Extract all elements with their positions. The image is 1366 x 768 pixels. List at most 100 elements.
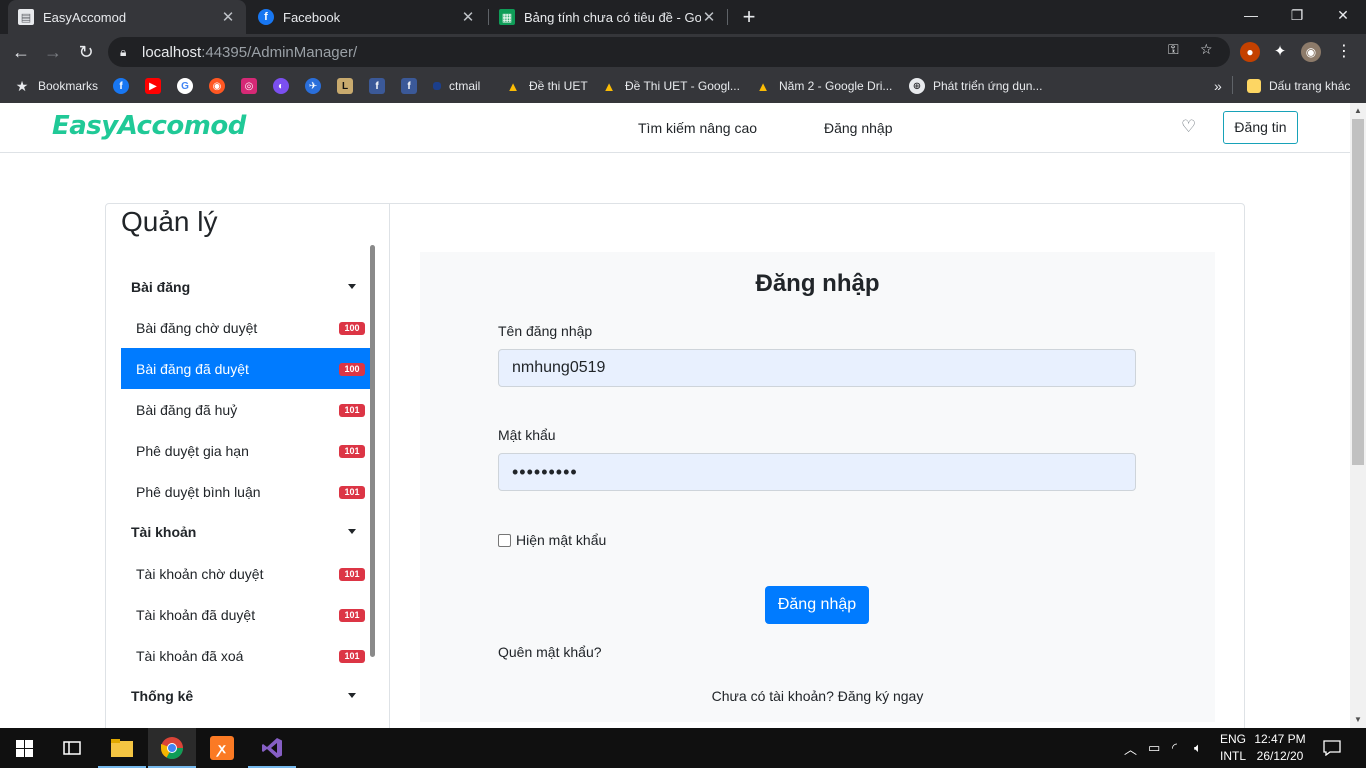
volume-icon[interactable]: 🔈︎ bbox=[1194, 728, 1202, 768]
key-icon[interactable]: ⚿ bbox=[1168, 41, 1179, 58]
nav-login[interactable]: Đăng nhập bbox=[824, 120, 893, 136]
close-icon[interactable]: ✕ bbox=[701, 8, 717, 26]
bookmark-label: Đề Thi UET - Googl... bbox=[625, 79, 740, 93]
reload-icon[interactable]: ↻ bbox=[73, 39, 99, 65]
sidebar-scrollbar[interactable] bbox=[370, 245, 375, 657]
bookmark-star-icon[interactable]: ☆ bbox=[1200, 41, 1213, 58]
bookmark-de-thi-uet-google[interactable]: ▲ Đề Thi UET - Googl... bbox=[601, 76, 740, 96]
caret-down-icon bbox=[348, 529, 356, 534]
sidebar-item-pending-accounts[interactable]: Tài khoản chờ duyệt 101 bbox=[121, 553, 370, 594]
bookmark-label: ctmail bbox=[449, 79, 481, 93]
close-icon[interactable]: ✕ bbox=[460, 8, 476, 26]
youtube-icon: ▶ bbox=[145, 78, 161, 94]
heart-icon[interactable]: ♡ bbox=[1181, 117, 1196, 137]
sidebar-item-approved-accounts[interactable]: Tài khoản đã duyệt 101 bbox=[121, 594, 370, 635]
bookmark-app[interactable]: ◉ bbox=[209, 76, 225, 96]
forward-icon[interactable]: → bbox=[40, 39, 66, 65]
back-icon[interactable]: ← bbox=[8, 39, 34, 65]
scroll-up-icon[interactable]: ▲ bbox=[1350, 103, 1366, 119]
tab-easyaccomod[interactable]: ▤ EasyAccomod ✕ bbox=[8, 0, 246, 34]
bookmark-facebook-2[interactable]: f bbox=[369, 76, 385, 96]
window-close-icon[interactable]: ✕ bbox=[1320, 0, 1366, 30]
address-bar[interactable]: 🔒︎ localhost:44395/AdminManager/ bbox=[108, 37, 1230, 67]
bookmark-de-thi-uet[interactable]: ▲ Đề thi UET bbox=[505, 76, 588, 96]
show-password-label[interactable]: Hiện mật khẩu bbox=[516, 532, 606, 548]
password-field[interactable]: ••••••••• bbox=[498, 453, 1136, 491]
bookmark-nam-2[interactable]: ▲ Năm 2 - Google Dri... bbox=[755, 76, 893, 96]
bookmark-ctmail[interactable]: ctmail bbox=[433, 76, 480, 96]
tray-chevron-icon[interactable]: ︿ bbox=[1124, 728, 1137, 768]
show-password-row: Hiện mật khẩu bbox=[498, 532, 606, 548]
signup-link[interactable]: Chưa có tài khoản? Đăng ký ngay bbox=[420, 688, 1215, 704]
bookmark-messenger[interactable]: ◐ bbox=[273, 76, 289, 96]
forgot-password-link[interactable]: Quên mật khẩu? bbox=[498, 644, 602, 660]
count-badge: 101 bbox=[339, 404, 365, 417]
group-statistics[interactable]: Thống kê bbox=[121, 676, 370, 716]
scroll-down-icon[interactable]: ▼ bbox=[1350, 712, 1366, 728]
login-button[interactable]: Đăng nhập bbox=[765, 586, 869, 624]
notifications-icon[interactable] bbox=[1323, 728, 1341, 768]
scroll-thumb[interactable] bbox=[1352, 119, 1364, 465]
clock[interactable]: 12:47 PM 26/12/20 bbox=[1252, 731, 1308, 765]
league-icon: L bbox=[337, 78, 353, 94]
browser-tab-strip: ▤ EasyAccomod ✕ f Facebook ✕ ▦ Bảng tính… bbox=[0, 0, 1366, 34]
task-view-icon[interactable] bbox=[48, 728, 96, 768]
file-explorer-icon[interactable] bbox=[98, 728, 146, 768]
avatar[interactable]: ◉ bbox=[1301, 42, 1321, 62]
app-icon: ◉ bbox=[209, 78, 225, 94]
page-scrollbar[interactable]: ▲ ▼ bbox=[1350, 103, 1366, 728]
sidebar-item-approved-posts[interactable]: Bài đăng đã duyệt 100 bbox=[121, 348, 370, 389]
chrome-icon[interactable] bbox=[148, 728, 196, 768]
group-accounts[interactable]: Tài khoản bbox=[121, 512, 370, 552]
admin-sidebar: Quản lý Bài đăng Bài đăng chờ duyệt 100 … bbox=[106, 204, 390, 728]
bookmark-league[interactable]: L bbox=[337, 76, 353, 96]
windows-start-icon[interactable] bbox=[0, 728, 48, 768]
bookmarks-bar: ★ Bookmarks f ▶ G ◉ ◎ ◐ ✈ L f f ctmail ▲… bbox=[0, 70, 1366, 103]
sidebar-item-deleted-accounts[interactable]: Tài khoản đã xoá 101 bbox=[121, 635, 370, 676]
group-posts[interactable]: Bài đăng bbox=[121, 267, 370, 307]
menu-kebab-icon[interactable]: ⋮ bbox=[1334, 42, 1354, 62]
password-label: Mật khẩu bbox=[498, 427, 556, 443]
bookmark-phat-trien[interactable]: ⊕ Phát triển ứng dụn... bbox=[909, 76, 1042, 96]
bookmarks-button[interactable]: ★ Bookmarks bbox=[14, 76, 98, 96]
input-language[interactable]: ENG INTL bbox=[1216, 731, 1250, 765]
tab-facebook[interactable]: f Facebook ✕ bbox=[248, 0, 486, 34]
xampp-icon[interactable]: ꭗ bbox=[198, 728, 246, 768]
count-badge: 101 bbox=[339, 486, 365, 499]
bookmark-globe[interactable]: ✈ bbox=[305, 76, 321, 96]
bookmark-facebook[interactable]: f bbox=[113, 76, 129, 96]
post-ad-button[interactable]: Đăng tin bbox=[1223, 111, 1298, 144]
visual-studio-icon[interactable] bbox=[248, 728, 296, 768]
bookmark-youtube[interactable]: ▶ bbox=[145, 76, 161, 96]
wifi-icon[interactable]: ◜ bbox=[1172, 728, 1177, 768]
show-password-checkbox[interactable] bbox=[498, 533, 511, 547]
battery-icon[interactable]: ▭ bbox=[1148, 728, 1160, 768]
extension-fox-icon[interactable]: ● bbox=[1240, 42, 1260, 62]
sidebar-item-label: Phê duyệt gia hạn bbox=[136, 442, 249, 459]
sidebar-item-comment-approval[interactable]: Phê duyệt bình luận 101 bbox=[121, 471, 370, 512]
username-field[interactable]: nmhung0519 bbox=[498, 349, 1136, 387]
sidebar-item-renewal-approval[interactable]: Phê duyệt gia hạn 101 bbox=[121, 430, 370, 471]
tab-google-sheets[interactable]: ▦ Bảng tính chưa có tiêu đề - Goog ✕ bbox=[489, 0, 727, 34]
google-drive-icon: ▲ bbox=[602, 78, 616, 94]
extensions-puzzle-icon[interactable]: ✦ bbox=[1270, 42, 1290, 62]
other-bookmarks[interactable]: Dấu trang khác bbox=[1247, 76, 1350, 96]
nav-advanced-search[interactable]: Tìm kiếm nâng cao bbox=[638, 120, 757, 136]
star-icon: ★ bbox=[15, 77, 29, 94]
instagram-icon: ◎ bbox=[241, 78, 257, 94]
close-icon[interactable]: ✕ bbox=[220, 8, 236, 26]
restore-icon[interactable]: ❐ bbox=[1274, 0, 1320, 30]
count-badge: 101 bbox=[339, 445, 365, 458]
sidebar-item-pending-posts[interactable]: Bài đăng chờ duyệt 100 bbox=[121, 307, 370, 348]
bookmark-label: Dấu trang khác bbox=[1269, 79, 1351, 93]
site-logo[interactable]: EasyAccomod bbox=[52, 111, 246, 141]
minimize-icon[interactable]: — bbox=[1228, 0, 1274, 30]
bookmark-facebook-3[interactable]: f bbox=[401, 76, 417, 96]
sidebar-item-cancelled-posts[interactable]: Bài đăng đã huỷ 101 bbox=[121, 389, 370, 430]
admin-card: Quản lý Bài đăng Bài đăng chờ duyệt 100 … bbox=[105, 203, 1245, 728]
bookmarks-overflow-icon[interactable]: » bbox=[1214, 76, 1222, 96]
bookmark-google[interactable]: G bbox=[177, 76, 193, 96]
google-sheets-icon: ▦ bbox=[499, 9, 515, 25]
bookmark-instagram[interactable]: ◎ bbox=[241, 76, 257, 96]
new-tab-icon[interactable]: + bbox=[738, 4, 760, 30]
